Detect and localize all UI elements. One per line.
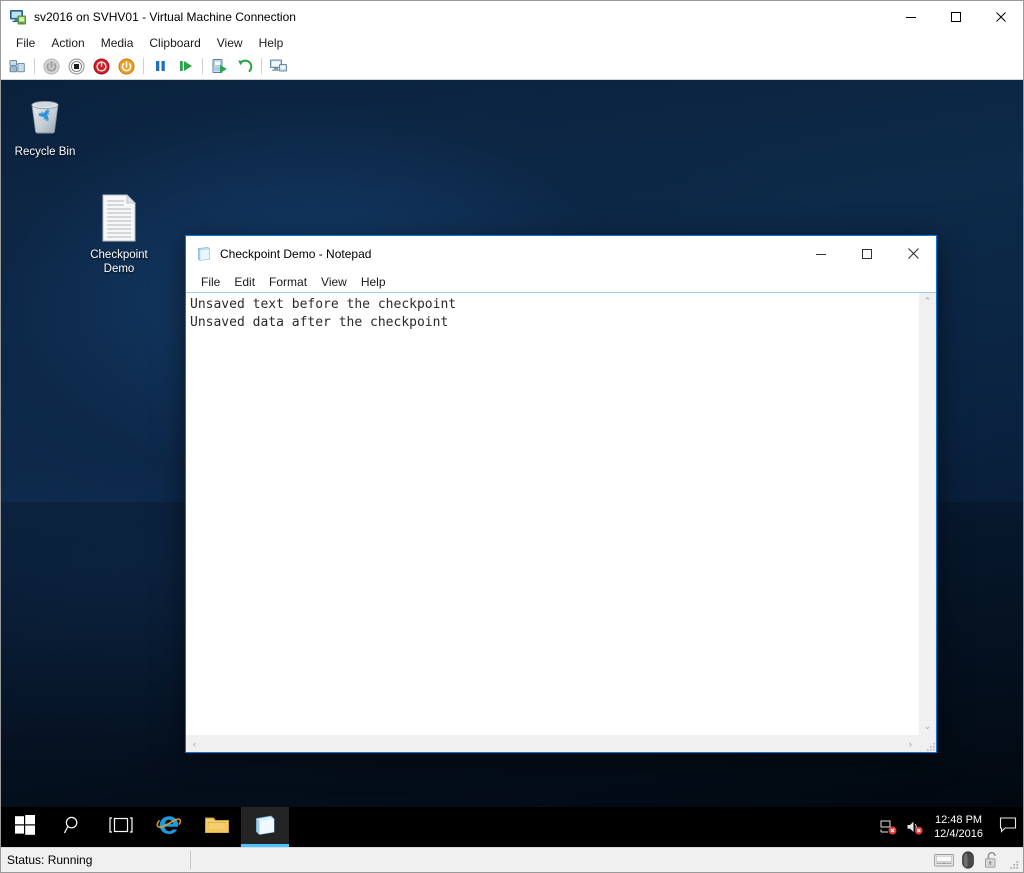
file-explorer-icon <box>204 814 230 841</box>
recycle-bin-icon <box>5 90 85 140</box>
search-icon <box>63 815 83 840</box>
notepad-maximize-button[interactable] <box>844 237 890 271</box>
toolbar <box>1 53 1023 80</box>
menu-media[interactable]: Media <box>93 34 142 52</box>
notepad-menubar: File Edit Format View Help <box>186 271 936 292</box>
scroll-left-arrow-icon[interactable]: ‹ <box>186 735 203 752</box>
notepad-icon <box>196 246 212 262</box>
notepad-titlebar[interactable]: Checkpoint Demo - Notepad <box>186 236 936 271</box>
enhanced-session-icon[interactable] <box>266 55 291 77</box>
menu-clipboard[interactable]: Clipboard <box>141 34 208 52</box>
task-view-icon <box>109 816 133 839</box>
menu-help[interactable]: Help <box>251 34 292 52</box>
window-resize-grip[interactable] <box>1004 848 1020 872</box>
shut-down-icon[interactable] <box>89 55 114 77</box>
internet-explorer-icon <box>156 812 182 843</box>
window-controls <box>888 1 1023 32</box>
vmconnect-window: sv2016 on SVHV01 - Virtual Machine Conne… <box>0 0 1024 873</box>
notepad-horizontal-scrollbar[interactable]: ‹ › <box>186 735 919 752</box>
volume-muted-icon[interactable] <box>902 819 928 835</box>
internet-explorer-button[interactable] <box>145 807 193 847</box>
search-button[interactable] <box>49 807 97 847</box>
close-button[interactable] <box>978 1 1023 32</box>
keyboard-icon <box>932 849 956 871</box>
system-tray: 12:48 PM 12/4/2016 <box>876 807 1023 847</box>
statusbar-indicators <box>932 848 1023 872</box>
file-explorer-button[interactable] <box>193 807 241 847</box>
ctrl-alt-delete-icon[interactable] <box>5 55 30 77</box>
vm-status-text: Status: Running <box>7 853 93 867</box>
turn-off-icon[interactable] <box>64 55 89 77</box>
notepad-taskbar-button[interactable] <box>241 807 289 847</box>
notepad-menu-edit[interactable]: Edit <box>227 273 262 291</box>
notepad-icon <box>253 813 277 842</box>
notepad-menu-help[interactable]: Help <box>354 273 393 291</box>
notepad-vertical-scrollbar[interactable]: ⌃ ⌄ <box>918 293 936 735</box>
taskbar: 12:48 PM 12/4/2016 <box>1 807 1023 847</box>
window-title: sv2016 on SVHV01 - Virtual Machine Conne… <box>34 9 296 24</box>
checkpoint-icon[interactable] <box>207 55 232 77</box>
mouse-icon <box>956 849 980 871</box>
toolbar-separator <box>202 58 203 74</box>
statusbar: Status: Running <box>1 847 1023 872</box>
notepad-menu-format[interactable]: Format <box>262 273 314 291</box>
toolbar-separator <box>34 58 35 74</box>
pause-icon[interactable] <box>148 55 173 77</box>
clock-time: 12:48 PM <box>934 814 983 826</box>
network-disconnected-icon[interactable] <box>876 819 902 835</box>
notepad-resize-grip[interactable] <box>919 735 936 752</box>
notepad-body: Unsaved text before the checkpoint Unsav… <box>186 292 936 752</box>
task-view-button[interactable] <box>97 807 145 847</box>
desktop-icon-recycle-bin[interactable]: Recycle Bin <box>5 90 85 159</box>
action-center-icon <box>999 816 1017 838</box>
action-center-button[interactable] <box>993 816 1023 838</box>
start-button[interactable] <box>1 807 49 847</box>
menu-file[interactable]: File <box>8 34 43 52</box>
notepad-menu-view[interactable]: View <box>314 273 354 291</box>
desktop-icon-label-line2: Demo <box>103 263 135 275</box>
scroll-right-arrow-icon[interactable]: › <box>902 735 919 752</box>
resume-icon[interactable] <box>173 55 198 77</box>
reset-icon[interactable] <box>114 55 139 77</box>
clock-date: 12/4/2016 <box>934 828 983 840</box>
statusbar-separator <box>190 851 192 869</box>
toolbar-separator <box>143 58 144 74</box>
virtual-machine-icon <box>10 9 26 25</box>
notepad-title: Checkpoint Demo - Notepad <box>220 246 372 261</box>
notepad-window: Checkpoint Demo - Notepad File Edit Form… <box>185 235 937 753</box>
notepad-text-area[interactable]: Unsaved text before the checkpoint Unsav… <box>186 293 918 735</box>
menubar: File Action Media Clipboard View Help <box>1 32 1023 53</box>
vm-guest-desktop[interactable]: Recycle Bin Checkpoint Demo Checkpoint D… <box>1 80 1023 847</box>
menu-action[interactable]: Action <box>43 34 92 52</box>
notepad-editor-row: Unsaved text before the checkpoint Unsav… <box>186 293 936 735</box>
minimize-button[interactable] <box>888 1 933 32</box>
clock[interactable]: 12:48 PM 12/4/2016 <box>928 813 993 841</box>
menu-view[interactable]: View <box>209 34 251 52</box>
notepad-hscroll-row: ‹ › <box>186 735 936 752</box>
windows-logo-icon <box>15 814 35 840</box>
desktop-icon-checkpoint-demo[interactable]: Checkpoint Demo <box>79 193 159 276</box>
toolbar-separator <box>261 58 262 74</box>
start-icon[interactable] <box>39 55 64 77</box>
text-document-icon <box>79 193 159 243</box>
notepad-menu-file[interactable]: File <box>194 273 227 291</box>
scroll-down-arrow-icon[interactable]: ⌄ <box>919 718 936 735</box>
revert-icon[interactable] <box>232 55 257 77</box>
desktop-icon-label: Recycle Bin <box>14 146 76 158</box>
notepad-window-controls <box>798 237 936 271</box>
maximize-button[interactable] <box>933 1 978 32</box>
notepad-close-button[interactable] <box>890 237 936 271</box>
notepad-minimize-button[interactable] <box>798 237 844 271</box>
desktop-icon-label-line1: Checkpoint <box>90 249 148 261</box>
padlock-unlocked-icon <box>980 849 1004 871</box>
titlebar: sv2016 on SVHV01 - Virtual Machine Conne… <box>1 1 1023 32</box>
scroll-up-arrow-icon[interactable]: ⌃ <box>919 293 936 310</box>
